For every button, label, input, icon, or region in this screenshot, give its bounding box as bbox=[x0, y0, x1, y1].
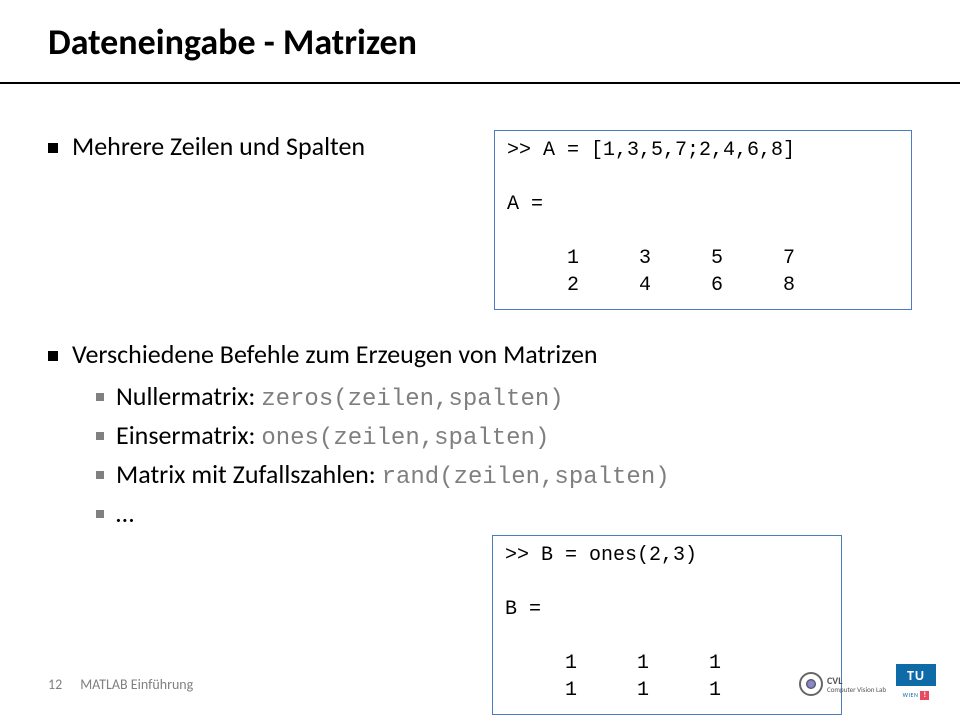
sub-bullet-row-1: Nullermatrix: zeros(zeilen,spalten) bbox=[96, 380, 912, 413]
bullet-icon bbox=[48, 143, 58, 153]
slide: Dateneingabe - Matrizen Mehrere Zeilen u… bbox=[0, 0, 960, 720]
page-number: 12 bbox=[48, 676, 62, 693]
sub-code-2: ones(zeilen,spalten) bbox=[261, 425, 549, 452]
sub-bullet-row-3: Matrix mit Zufallszahlen: rand(zeilen,sp… bbox=[96, 458, 912, 491]
sub-code-3: rand(zeilen,spalten) bbox=[382, 464, 670, 491]
eye-icon bbox=[799, 672, 823, 696]
sub-label-4: … bbox=[116, 497, 134, 529]
sub-code-1: zeros(zeilen,spalten) bbox=[261, 386, 563, 413]
sub-bullet-icon bbox=[96, 393, 104, 401]
footer: 12 MATLAB Einführung CVL Computer Vision… bbox=[48, 664, 936, 704]
bullet-text-1: Mehrere Zeilen und Spalten bbox=[72, 130, 365, 162]
code-example-1: >> A = [1,3,5,7;2,4,6,8] A = 1 3 5 7 2 4… bbox=[494, 130, 912, 310]
cvl-text-1: CVL bbox=[827, 676, 886, 686]
tuw-mark: ! bbox=[920, 691, 929, 700]
page-title: Dateneingabe - Matrizen bbox=[48, 20, 912, 64]
sub-bullet-row-2: Einsermatrix: ones(zeilen,spalten) bbox=[96, 419, 912, 452]
bullet-row-2: Verschiedene Befehle zum Erzeugen von Ma… bbox=[48, 338, 912, 370]
sub-bullet-icon bbox=[96, 471, 104, 479]
sub-bullet-icon bbox=[96, 510, 104, 518]
sub-label-2: Einsermatrix: bbox=[116, 419, 261, 451]
content-area: Mehrere Zeilen und Spalten >> A = [1,3,5… bbox=[48, 130, 912, 715]
footer-label: MATLAB Einführung bbox=[80, 676, 193, 693]
title-underline bbox=[0, 82, 960, 84]
tuw-top: TU bbox=[896, 664, 936, 686]
bullet-icon bbox=[48, 351, 58, 361]
sub-bullet-icon bbox=[96, 432, 104, 440]
cvl-text-2: Computer Vision Lab bbox=[827, 686, 886, 693]
tuwien-logo: TU WIEN ! bbox=[896, 664, 936, 704]
cvl-logo: CVL Computer Vision Lab bbox=[799, 672, 886, 696]
footer-left: 12 MATLAB Einführung bbox=[48, 676, 193, 693]
sub-bullet-row-4: … bbox=[96, 497, 912, 529]
sub-label-3: Matrix mit Zufallszahlen: bbox=[116, 458, 382, 490]
bullet-text-2: Verschiedene Befehle zum Erzeugen von Ma… bbox=[72, 338, 598, 370]
code-example-1-wrap: Mehrere Zeilen und Spalten >> A = [1,3,5… bbox=[48, 130, 912, 310]
sub-label-1: Nullermatrix: bbox=[116, 380, 261, 412]
tuw-wien: WIEN bbox=[903, 691, 919, 699]
logo-group: CVL Computer Vision Lab TU WIEN ! bbox=[799, 664, 936, 704]
bullet-row-1: Mehrere Zeilen und Spalten bbox=[48, 130, 494, 162]
